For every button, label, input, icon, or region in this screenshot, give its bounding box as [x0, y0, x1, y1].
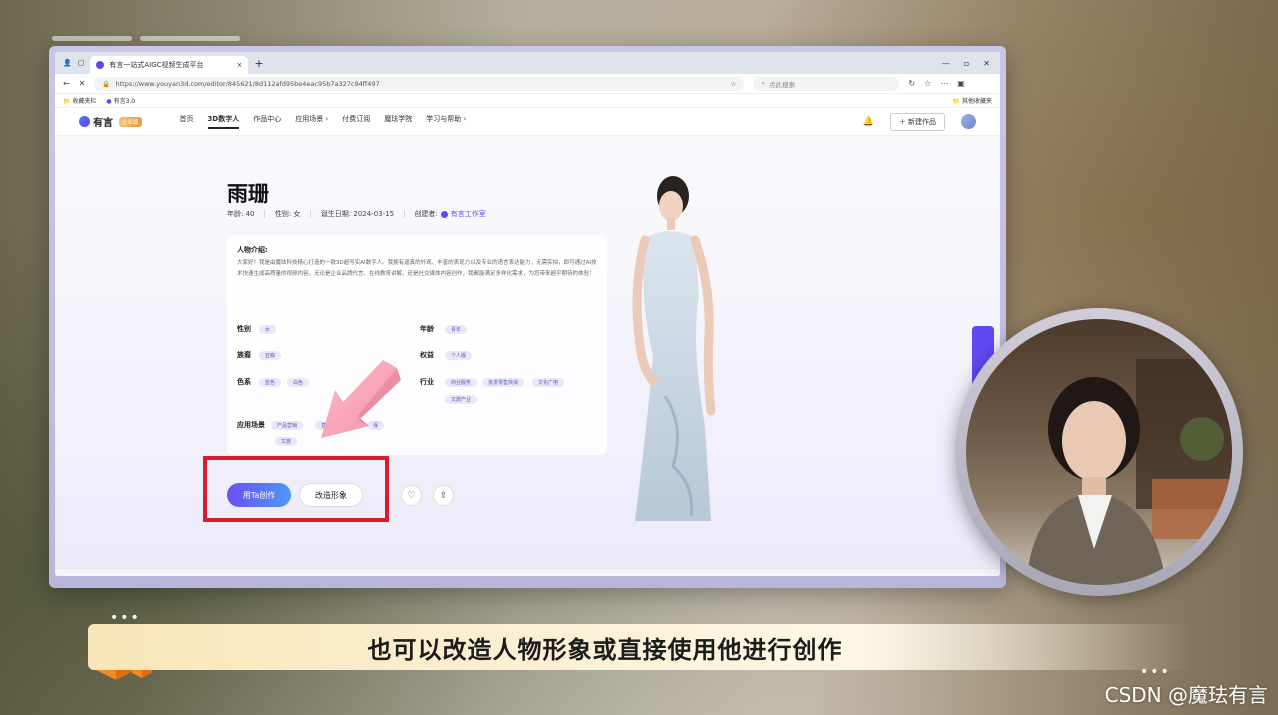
browser-tab[interactable]: 有言一站式AIGC视频生成平台 × — [90, 56, 249, 74]
decoration-line — [140, 36, 240, 41]
nav-subscription[interactable]: 付费订阅 — [342, 114, 370, 129]
screen-frame: 👤 ▢ 有言一站式AIGC视频生成平台 × + — ▫ ✕ ← ✕ 🔒 http… — [49, 46, 1006, 588]
tag: 商业服务 — [445, 378, 478, 387]
tab-bar: 👤 ▢ 有言一站式AIGC视频生成平台 × + — ▫ ✕ — [55, 52, 1000, 74]
browser-window: 👤 ▢ 有言一站式AIGC视频生成平台 × + — ▫ ✕ ← ✕ 🔒 http… — [55, 52, 1000, 576]
lock-icon: 🔒 — [102, 79, 111, 88]
presenter-illustration — [1026, 359, 1232, 585]
pointer-arrow-icon — [321, 360, 401, 438]
close-tab-icon[interactable]: × — [236, 61, 242, 69]
rights-label: 权益 — [420, 351, 434, 359]
share-icon[interactable]: ⇪ — [433, 485, 454, 506]
restore-button[interactable]: ▫ — [964, 59, 969, 68]
avatar-meta: 年龄: 40 | 性别: 女 | 诞生日期: 2024-03-15 | 创建者:… — [227, 209, 486, 219]
nav-menu: 首页 3D数字人 作品中心 应用场景 › 付费订阅 魔珐学院 学习与帮助 › — [180, 114, 466, 129]
decoration-dots: ••• — [110, 610, 141, 626]
site-logo[interactable]: 有言 — [79, 114, 113, 129]
tab-actions-icon[interactable]: ▢ — [78, 59, 85, 67]
tag: 文化广电 — [532, 378, 565, 387]
refresh-icon[interactable]: ↻ — [908, 79, 915, 88]
nav-help[interactable]: 学习与帮助 › — [426, 114, 466, 129]
favorite-star-icon[interactable]: ☆ — [731, 80, 737, 88]
tag: 蓝色 — [259, 378, 282, 387]
highlight-box — [203, 456, 389, 522]
more-icon[interactable]: ⋯ — [940, 79, 948, 88]
edition-badge: 企业版 — [119, 116, 142, 127]
bell-icon[interactable]: 🔔 — [863, 117, 874, 127]
nav-works[interactable]: 作品中心 — [253, 114, 281, 129]
tag: 批发零售快消 — [482, 378, 525, 387]
ethnic-label: 族裔 — [237, 351, 251, 359]
intro-title: 人物介绍: — [237, 246, 268, 254]
site-favicon-icon — [96, 61, 105, 69]
tag: 白色 — [287, 378, 310, 387]
gender-label: 性别 — [237, 325, 251, 333]
industry-label: 行业 — [420, 378, 434, 386]
search-placeholder: 点此搜索 — [769, 80, 796, 89]
bookmark-youyan[interactable]: ● 有言3.0 — [106, 96, 135, 105]
age-label: 年龄 — [420, 325, 434, 333]
logo-icon — [79, 116, 90, 127]
tag: 女 — [259, 325, 277, 334]
search-icon: ⌕ — [761, 79, 766, 87]
close-window-button[interactable]: ✕ — [983, 59, 990, 68]
scene-label: 应用场景 — [237, 421, 265, 429]
horizontal-scrollbar[interactable] — [55, 568, 1000, 576]
site-navbar: 有言 企业版 首页 3D数字人 作品中心 应用场景 › 付费订阅 魔珐学院 学习… — [55, 108, 1000, 136]
search-input[interactable]: ⌕ 点此搜索 — [753, 76, 900, 91]
logo-text: 有言 — [93, 118, 113, 129]
nav-scenarios[interactable]: 应用场景 › — [295, 114, 328, 129]
back-icon[interactable]: ← — [63, 79, 70, 88]
subtitle-text: 也可以改造人物形象或直接使用他进行创作 — [367, 635, 843, 664]
nav-3d-avatar[interactable]: 3D数字人 — [207, 114, 240, 129]
decoration-line — [52, 36, 132, 41]
tag: 文旅 — [275, 437, 298, 446]
bookmark-favorites-bar[interactable]: 📁 收藏夹栏 — [63, 96, 96, 105]
tab-title: 有言一站式AIGC视频生成平台 — [109, 61, 204, 69]
new-work-button[interactable]: ＋ 新建作品 — [889, 112, 945, 131]
tag: 青年 — [445, 325, 468, 334]
url-text: https://www.youyan3d.com/editor/845621/8… — [115, 79, 380, 88]
new-tab-button[interactable]: + — [254, 57, 263, 70]
other-bookmarks[interactable]: 📁 其他收藏夹 — [953, 96, 992, 105]
avatar-detail-page: 雨珊 年龄: 40 | 性别: 女 | 诞生日期: 2024-03-15 | 创… — [55, 136, 1000, 576]
presenter-video — [955, 308, 1243, 596]
birthday-text: 诞生日期: 2024-03-15 — [320, 210, 395, 218]
intro-text: 大家好！我是由魔珐科技精心打造的一款3D超写实AI数字人。我拥有逼真的外观、丰富… — [237, 260, 597, 277]
heart-icon[interactable]: ♡ — [401, 485, 422, 506]
address-bar[interactable]: 🔒 https://www.youyan3d.com/editor/845621… — [94, 76, 745, 91]
avatar-figure — [632, 176, 716, 521]
tag: 亚裔 — [259, 351, 282, 360]
tag: 个人版 — [445, 351, 473, 360]
bookmarks-bar: 📁 收藏夹栏 ● 有言3.0 📁 其他收藏夹 — [55, 94, 1000, 108]
gender-text: 性别: 女 — [274, 210, 301, 218]
color-label: 色系 — [237, 378, 251, 386]
age-text: 年龄: 40 — [227, 210, 255, 218]
subtitle-bar: 也可以改造人物形象或直接使用他进行创作 — [88, 624, 1192, 670]
nav-home[interactable]: 首页 — [180, 114, 194, 129]
tag: 产品营销 — [271, 421, 304, 430]
intro-card: 人物介绍: 大家好！我是由魔珐科技精心打造的一款3D超写实AI数字人。我拥有逼真… — [227, 235, 607, 455]
profile-icon[interactable]: 👤 — [63, 59, 72, 67]
avatar-name: 雨珊 — [227, 182, 269, 206]
presenter-circle — [966, 319, 1232, 585]
creator[interactable]: 创建者: 有言工作室 — [414, 209, 485, 219]
favorites-icon[interactable]: ☆ — [924, 79, 931, 88]
user-avatar[interactable] — [961, 114, 976, 129]
sidebar-icon[interactable]: ▣ — [957, 79, 965, 88]
decoration-dots: ••• — [1140, 664, 1171, 680]
tag: 文旅产业 — [445, 395, 478, 404]
minimize-button[interactable]: — — [942, 59, 950, 68]
address-toolbar: ← ✕ 🔒 https://www.youyan3d.com/editor/84… — [55, 74, 1000, 94]
creator-logo-icon — [440, 210, 448, 218]
stop-icon[interactable]: ✕ — [79, 79, 86, 88]
watermark: CSDN @魔珐有言 — [1104, 683, 1268, 707]
nav-academy[interactable]: 魔珐学院 — [384, 114, 412, 129]
